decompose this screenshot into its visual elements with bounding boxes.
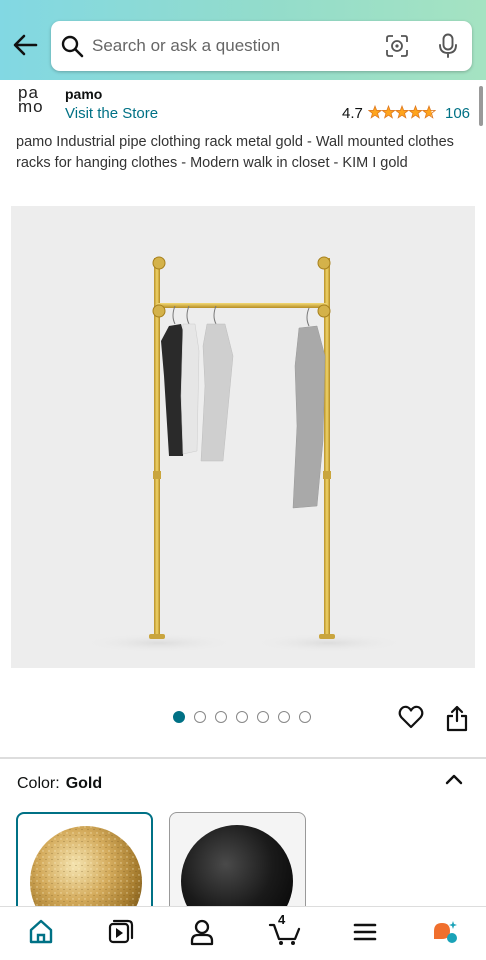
star-icon (421, 104, 436, 119)
pagination-dot[interactable] (236, 711, 248, 723)
pagination-dot[interactable] (215, 711, 227, 723)
search-input[interactable] (92, 31, 372, 61)
color-label: Color: (17, 775, 60, 792)
pagination-dot[interactable] (257, 711, 269, 723)
scrollbar[interactable] (479, 86, 483, 126)
image-pagination[interactable] (173, 711, 311, 723)
rating-value[interactable]: 4.7 (342, 105, 363, 122)
search-bar[interactable] (51, 21, 472, 71)
pagination-dot[interactable] (278, 711, 290, 723)
top-bar (0, 0, 486, 80)
heart-icon[interactable] (398, 704, 424, 730)
pagination-dot[interactable] (194, 711, 206, 723)
brand-name: pamo (65, 86, 103, 102)
bottom-navigation (0, 906, 486, 960)
section-divider (0, 757, 486, 759)
brand-logo[interactable]: pa mo (18, 84, 52, 120)
share-icon[interactable] (445, 704, 469, 732)
rufus-icon[interactable] (430, 917, 460, 947)
product-image[interactable] (11, 206, 475, 668)
brand-row: pa mo pamo Visit the Store 4.7 106 (0, 80, 486, 126)
cart-count-badge: 4 (278, 912, 286, 927)
camera-lens-icon[interactable] (385, 34, 409, 58)
star-icon (408, 104, 423, 119)
star-icon (394, 104, 410, 119)
chevron-up-icon[interactable] (444, 771, 464, 787)
visit-store-link[interactable]: Visit the Store (65, 105, 158, 122)
pagination-dot[interactable] (173, 711, 185, 723)
home-icon[interactable] (26, 917, 56, 947)
color-value: Gold (65, 775, 103, 792)
menu-icon[interactable] (350, 917, 380, 947)
pagination-dot[interactable] (299, 711, 311, 723)
star-rating[interactable] (368, 104, 436, 120)
star-icon (368, 104, 383, 119)
star-icon (381, 104, 396, 119)
microphone-icon[interactable] (436, 33, 460, 59)
color-selector-label: Color: Gold (17, 775, 102, 793)
back-arrow-icon[interactable] (10, 30, 40, 60)
video-icon[interactable] (106, 917, 136, 947)
product-image-gallery[interactable] (11, 206, 475, 668)
brand-logo-line2: mo (18, 97, 44, 116)
product-title: pamo Industrial pipe clothing rack metal… (16, 134, 454, 171)
account-icon[interactable] (187, 917, 217, 947)
search-icon (61, 35, 84, 58)
review-count-link[interactable]: 106 (445, 105, 470, 122)
